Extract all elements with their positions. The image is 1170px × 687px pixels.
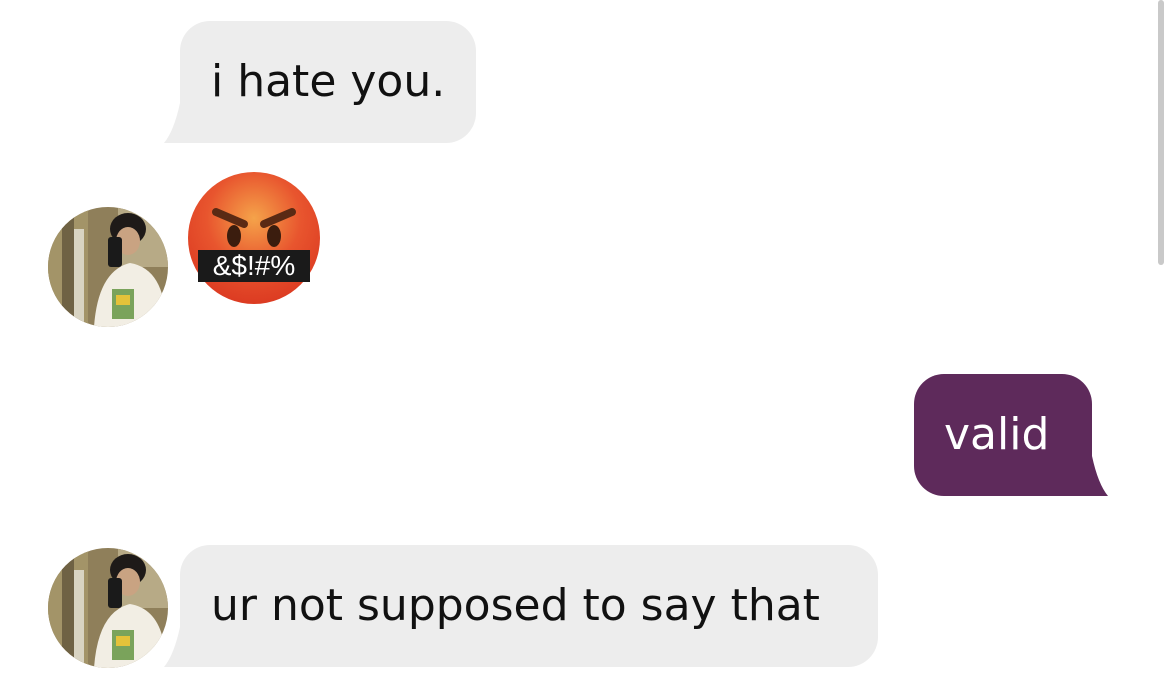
- message-text: valid: [944, 409, 1050, 460]
- bubble-tail: [164, 627, 200, 667]
- avatar[interactable]: [48, 548, 168, 668]
- chat-thread: i hate you. &$!#% valid ur not supposed …: [0, 0, 1170, 687]
- emoji-symbols: &$!#%: [213, 250, 296, 281]
- avatar[interactable]: [48, 207, 168, 327]
- bubble-tail: [164, 103, 200, 143]
- message-text: ur not supposed to say that: [211, 580, 820, 631]
- incoming-message-bubble[interactable]: i hate you.: [180, 21, 476, 143]
- outgoing-message-bubble[interactable]: valid: [914, 374, 1092, 496]
- bubble-tail: [1072, 456, 1108, 496]
- face-with-symbols-on-mouth-icon[interactable]: &$!#%: [186, 170, 322, 306]
- message-text: i hate you.: [211, 56, 446, 107]
- incoming-message-bubble[interactable]: ur not supposed to say that: [180, 545, 878, 667]
- scrollbar[interactable]: [1158, 0, 1164, 265]
